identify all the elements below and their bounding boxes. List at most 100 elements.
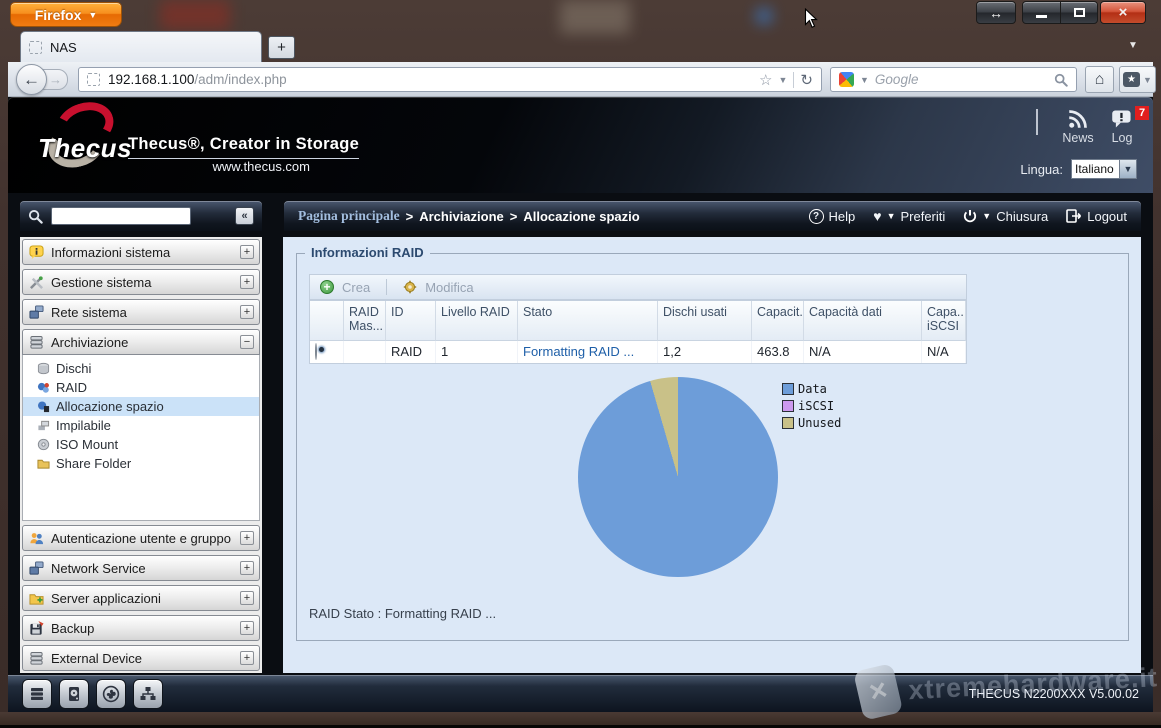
back-button[interactable]: ← <box>16 64 47 95</box>
sidebar-item-share-folder[interactable]: Share Folder <box>23 454 259 473</box>
expand-toggle[interactable]: + <box>240 305 254 319</box>
row-radio-button[interactable] <box>315 343 317 360</box>
modify-gear-icon <box>403 280 417 294</box>
server-icon <box>28 685 46 703</box>
footer-bar: THECUS N2200XXX V5.00.02 <box>8 675 1153 712</box>
expand-toggle[interactable]: + <box>240 561 254 575</box>
shutdown-label: Chiusura <box>996 209 1048 224</box>
chevron-down-icon: ▼ <box>88 10 97 20</box>
sidebar-item-iso-mount[interactable]: ISO Mount <box>23 435 259 454</box>
home-button[interactable]: ⌂ <box>1085 66 1114 93</box>
log-badge: 7 <box>1135 106 1149 120</box>
chevron-down-icon[interactable]: ▼ <box>860 75 869 85</box>
expand-toggle[interactable]: + <box>240 245 254 259</box>
legend-label: iSCSI <box>798 399 834 413</box>
sidebar-item-allocazione-spazio[interactable]: Allocazione spazio <box>23 397 259 416</box>
firefox-menu-button[interactable]: Firefox ▼ <box>10 2 122 27</box>
sidebar-section-autenticazione[interactable]: Autenticazione utente e gruppo + <box>22 525 260 551</box>
column-header: Capacità dati <box>804 301 922 341</box>
google-logo-icon[interactable] <box>839 72 854 87</box>
window-maximize-button[interactable] <box>1060 1 1098 24</box>
expand-toggle[interactable]: + <box>240 591 254 605</box>
sidebar-section-archiviazione[interactable]: Archiviazione − <box>22 329 260 355</box>
create-button[interactable]: Crea <box>342 280 370 295</box>
sidebar-section-gestione-sistema[interactable]: Gestione sistema + <box>22 269 260 295</box>
breadcrumb-separator: > <box>510 209 518 224</box>
log-button[interactable]: 7 Log <box>1100 109 1144 145</box>
new-tab-button[interactable]: + <box>268 36 295 59</box>
expand-toggle[interactable]: + <box>240 651 254 665</box>
modify-button[interactable]: Modifica <box>425 280 473 295</box>
bookmarks-button[interactable]: ★ ▼ <box>1119 66 1156 93</box>
chevron-down-icon[interactable]: ▼ <box>779 75 788 85</box>
sidebar-collapse-button[interactable]: « <box>235 207 254 225</box>
fan-status-button[interactable] <box>96 679 126 709</box>
raid-table-header: RAID Mas... ID Livello RAID Stato Dischi… <box>310 301 966 341</box>
site-identity-icon[interactable] <box>87 73 100 86</box>
archiviazione-submenu: Dischi RAID Allocazione spazio Impilabil… <box>22 355 260 521</box>
sidebar-item-impilabile[interactable]: Impilabile <box>23 416 259 435</box>
section-label: Archiviazione <box>51 335 128 350</box>
raid-status-line: RAID Stato : Formatting RAID ... <box>309 606 496 621</box>
collapse-toggle[interactable]: − <box>240 335 254 349</box>
help-label: Help <box>829 209 856 224</box>
expand-toggle[interactable]: + <box>240 621 254 635</box>
url-bar[interactable]: 192.168.1.100/adm/index.php ☆ ▼ ↻ <box>78 67 822 92</box>
sub-item-label: Allocazione spazio <box>56 399 164 414</box>
cell-disks-used: 1,2 <box>658 341 752 363</box>
favorites-link[interactable]: ♥▼ Preferiti <box>873 208 945 224</box>
network-icon <box>29 305 44 320</box>
divider <box>793 72 794 88</box>
folder-plus-icon <box>29 591 44 606</box>
help-link[interactable]: ? Help <box>809 209 856 224</box>
desktop-artifact <box>160 0 230 30</box>
sidebar-section-network-service[interactable]: Network Service + <box>22 555 260 581</box>
column-header: Capa... iSCSI <box>922 301 966 341</box>
log-bubble-icon: 7 <box>1111 109 1133 129</box>
sub-item-label: Share Folder <box>56 456 131 471</box>
window-minimize-button[interactable] <box>1022 1 1061 24</box>
sidebar-section-server-applicazioni[interactable]: Server applicazioni + <box>22 585 260 611</box>
table-row[interactable]: RAID 1 Formatting RAID ... 1,2 463.8 ...… <box>310 341 966 363</box>
chart-legend: Data iSCSI Unused <box>782 382 841 430</box>
sidebar-item-dischi[interactable]: Dischi <box>23 359 259 378</box>
search-bar[interactable]: ▼ Google <box>830 67 1077 92</box>
nas-admin-page: Thecus Thecus®, Creator in Storage www.t… <box>8 97 1153 712</box>
reload-icon[interactable]: ↻ <box>800 71 813 89</box>
screen: Firefox ▼ ↔ × NAS + ▼ ← → 192.168.1.100/… <box>0 0 1161 728</box>
log-label: Log <box>1112 131 1133 145</box>
section-label: Server applicazioni <box>51 591 161 606</box>
maximize-icon <box>1074 8 1085 17</box>
system-status-button[interactable] <box>22 679 52 709</box>
list-all-tabs-icon[interactable]: ▼ <box>1128 40 1138 51</box>
window-close-button[interactable]: × <box>1100 1 1146 24</box>
window-restore-button[interactable]: ↔ <box>976 1 1016 24</box>
tab-nas[interactable]: NAS <box>20 31 262 62</box>
column-header: Livello RAID <box>436 301 518 341</box>
search-icon[interactable] <box>1054 73 1068 87</box>
sidebar-section-informazioni-sistema[interactable]: Informazioni sistema + <box>22 239 260 265</box>
site-website: www.thecus.com <box>128 159 310 174</box>
network-status-button[interactable] <box>133 679 163 709</box>
info-bubble-icon <box>29 245 44 260</box>
shutdown-link[interactable]: ▼ Chiusura <box>963 209 1048 224</box>
panel-title: Informazioni RAID <box>305 245 430 260</box>
sidebar-section-backup[interactable]: Backup + <box>22 615 260 641</box>
news-button[interactable]: News <box>1056 109 1100 145</box>
bookmark-star-icon[interactable]: ☆ <box>759 71 772 89</box>
sidebar-section-external-device[interactable]: External Device + <box>22 645 260 671</box>
sidebar-search-input[interactable] <box>51 207 191 225</box>
sidebar-item-raid[interactable]: RAID <box>23 378 259 397</box>
sidebar-section-rete-sistema[interactable]: Rete sistema + <box>22 299 260 325</box>
logout-link[interactable]: Logout <box>1066 209 1127 224</box>
expand-toggle[interactable]: + <box>240 275 254 289</box>
breadcrumb-home-link[interactable]: Pagina principale <box>298 208 400 224</box>
desktop-artifact <box>560 0 630 34</box>
disk-status-button[interactable] <box>59 679 89 709</box>
power-icon <box>963 209 977 223</box>
expand-toggle[interactable]: + <box>240 531 254 545</box>
fan-icon <box>102 685 120 703</box>
search-icon <box>28 209 43 224</box>
legend-swatch <box>782 417 794 429</box>
language-select[interactable]: Italiano ▼ <box>1071 159 1137 179</box>
